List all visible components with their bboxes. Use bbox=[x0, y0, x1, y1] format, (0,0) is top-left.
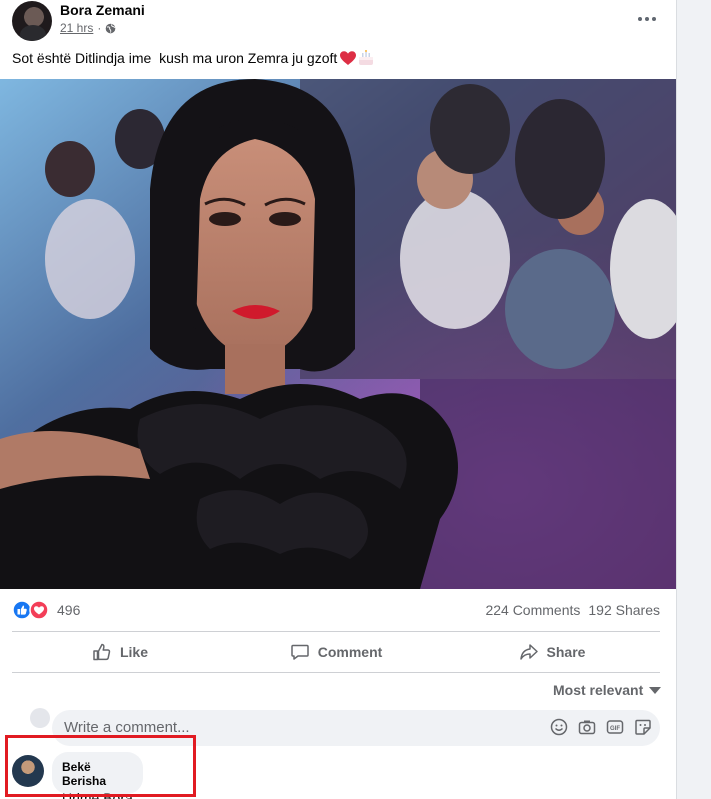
comment-tools: GIF bbox=[550, 718, 652, 736]
caret-down-icon bbox=[649, 686, 662, 694]
highlight-annotation-box bbox=[5, 735, 196, 797]
share-label: Share bbox=[546, 644, 586, 660]
emoji-icon[interactable] bbox=[550, 718, 568, 736]
post-text-content: Sot është Ditlindja ime kush ma uron Zem… bbox=[12, 50, 338, 66]
reaction-icons[interactable] bbox=[12, 600, 52, 620]
author-name[interactable]: Bora Zemani bbox=[60, 2, 145, 18]
like-reaction-icon bbox=[12, 600, 32, 620]
post-photo[interactable] bbox=[0, 79, 676, 589]
comment-bubble-icon bbox=[290, 644, 309, 660]
red-heart-emoji bbox=[340, 50, 357, 65]
camera-icon[interactable] bbox=[578, 718, 596, 736]
share-button[interactable]: Share bbox=[444, 632, 660, 672]
love-reaction-icon bbox=[29, 600, 49, 620]
globe-icon[interactable] bbox=[105, 23, 116, 34]
engagement-counts: 224 Comments 192 Shares bbox=[485, 602, 660, 618]
sticker-icon[interactable] bbox=[634, 718, 652, 736]
shares-count[interactable]: 192 Shares bbox=[588, 602, 660, 618]
more-options-button[interactable] bbox=[632, 8, 662, 30]
post-text: Sot është Ditlindja ime kush ma uron Zem… bbox=[12, 49, 375, 67]
svg-text:GIF: GIF bbox=[610, 726, 620, 732]
comment-sort-dropdown[interactable]: Most relevant bbox=[553, 682, 662, 698]
like-button[interactable]: Like bbox=[12, 632, 228, 672]
author-avatar[interactable] bbox=[12, 1, 52, 41]
birthday-cake-emoji bbox=[359, 50, 374, 65]
photo-illustration bbox=[0, 79, 676, 589]
post-timestamp[interactable]: 21 hrs bbox=[60, 21, 93, 35]
right-gutter bbox=[676, 0, 711, 799]
post-actions: Like Comment Share bbox=[12, 632, 660, 672]
comment-input[interactable] bbox=[64, 719, 424, 736]
divider bbox=[12, 672, 660, 673]
more-dot-icon bbox=[638, 17, 642, 21]
more-dot-icon bbox=[645, 17, 649, 21]
current-user-avatar bbox=[30, 708, 50, 728]
gif-icon[interactable]: GIF bbox=[606, 718, 624, 736]
sort-label: Most relevant bbox=[553, 682, 644, 698]
like-label: Like bbox=[119, 644, 148, 660]
comment-button[interactable]: Comment bbox=[228, 632, 444, 672]
post-card: Bora Zemani 21 hrs · Sot është Ditlindja… bbox=[0, 0, 676, 799]
more-dot-icon bbox=[652, 17, 656, 21]
meta-dot: · bbox=[97, 21, 102, 35]
comment-label: Comment bbox=[317, 644, 383, 660]
share-arrow-icon bbox=[519, 644, 538, 660]
thumbs-up-icon bbox=[93, 643, 111, 661]
reaction-count[interactable]: 496 bbox=[57, 602, 80, 618]
post-meta: 21 hrs · bbox=[60, 21, 116, 35]
comments-count[interactable]: 224 Comments bbox=[485, 602, 580, 618]
post-stats: 496 224 Comments 192 Shares bbox=[12, 598, 662, 622]
post-header: Bora Zemani 21 hrs · bbox=[12, 0, 662, 44]
